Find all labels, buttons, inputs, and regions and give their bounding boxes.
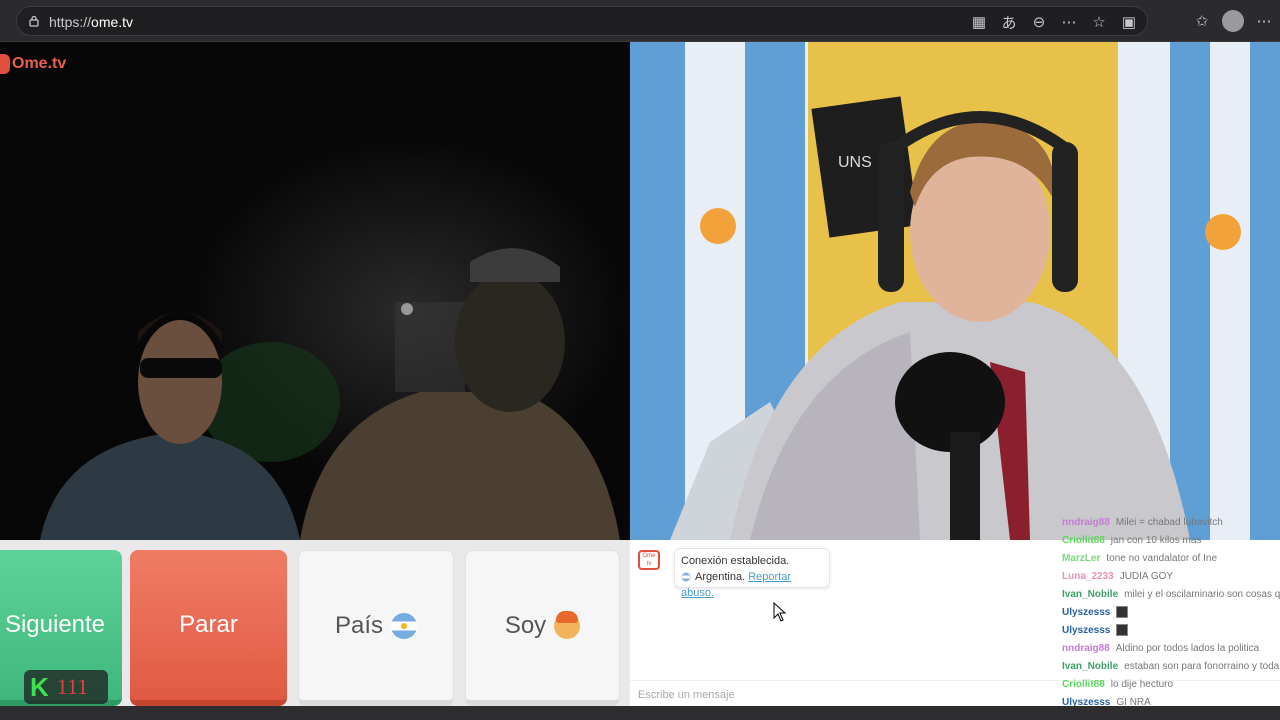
- overlay-chat-message: jan con 10 kilos mas: [1110, 535, 1202, 546]
- ometv-logo-mark: [0, 54, 10, 74]
- k-badge: K 111: [24, 670, 108, 704]
- emote-icon: [1116, 606, 1129, 619]
- taskbar-strip: [0, 706, 1280, 720]
- logo-text: Ome.tv: [12, 55, 67, 72]
- overlay-chat-user: nndraig88: [1062, 517, 1110, 528]
- ometv-system-icon: Ome tv: [638, 550, 660, 570]
- overlay-chat-user: Luna_2233: [1062, 571, 1114, 582]
- overlay-chat-row: nndraig88 Aldino por todos lados la polit…: [1062, 640, 1280, 658]
- overlay-chat-row: Luna_2233 JUDIA GOY: [1062, 568, 1280, 586]
- stranger-video: Ome.tv: [0, 42, 630, 540]
- self-video: UNS: [630, 42, 1280, 540]
- zoom-out-icon[interactable]: ⊖: [1029, 12, 1049, 32]
- url-text: https://ome.tv: [49, 14, 134, 30]
- address-bar[interactable]: https://ome.tv ▦ あ ⊖ ⋯ ☆ ▣: [16, 6, 1148, 36]
- overlay-chat-row: Ivan_Nobile estaban son para fonorraino y…: [1062, 658, 1280, 676]
- stranger-country: Argentina.: [695, 571, 746, 583]
- overlay-chat-message: milei y el oscilaminario son cosas que a: [1124, 589, 1280, 600]
- browser-toolbar: https://ome.tv ▦ あ ⊖ ⋯ ☆ ▣ ✩ ⋯: [0, 0, 1280, 42]
- lock-icon: [29, 15, 39, 27]
- overlay-chat-user: Criollit88: [1062, 679, 1105, 690]
- connection-status-text: Conexión establecida.: [681, 555, 790, 567]
- overlay-chat-row: Ulyszesss: [1062, 604, 1280, 622]
- favorite-star-icon[interactable]: ☆: [1089, 12, 1109, 32]
- system-message: Conexión establecida. Argentina. Reporta…: [674, 548, 830, 599]
- overlay-chat-message: tone no vandalator of Ine: [1106, 553, 1217, 564]
- overlay-chat-row: Criollit88 lo dije hecturo: [1062, 676, 1280, 694]
- stranger-video-frame: [0, 42, 630, 540]
- gender-button[interactable]: Soy: [465, 550, 620, 706]
- control-panel: Siguiente Parar País Soy K 111: [0, 540, 630, 720]
- profile-avatar[interactable]: [1222, 10, 1244, 32]
- mouse-cursor-icon: [773, 602, 787, 622]
- overlay-chat-user: nndraig88: [1062, 643, 1110, 654]
- overlay-chat-message: estaban son para fonorraino y toda esa: [1124, 661, 1280, 672]
- country-button[interactable]: País: [298, 550, 454, 706]
- overlay-chat-user: Ivan_Nobile: [1062, 661, 1119, 672]
- menu-icon[interactable]: ⋯: [1254, 11, 1274, 31]
- ometv-logo: Ome.tv: [0, 54, 66, 74]
- stop-button[interactable]: Parar: [130, 550, 287, 706]
- overlay-chat-user: Ulyszesss: [1062, 625, 1111, 636]
- argentina-flag-icon: [391, 612, 418, 639]
- overlay-chat-row: Ivan_Nobile milei y el oscilaminario son …: [1062, 586, 1280, 604]
- translate-icon[interactable]: あ: [999, 12, 1019, 32]
- person-emoji-icon: [554, 610, 581, 639]
- overlay-chat-row: Ulyszesss: [1062, 622, 1280, 640]
- overlay-chat-user: Ivan_Nobile: [1062, 589, 1119, 600]
- overlay-chat-user: Ulyszesss: [1062, 607, 1111, 618]
- self-video-frame: UNS: [630, 42, 1280, 540]
- k-badge-letter: K: [30, 671, 49, 702]
- emote-icon: [1116, 624, 1129, 637]
- overlay-chat-message: Aldino por todos lados la politica: [1115, 643, 1260, 654]
- overlay-chat-message: JUDIA GOY: [1119, 571, 1174, 582]
- overlay-chat-row: MarzLer tone no vandalator of Ine: [1062, 550, 1280, 568]
- overlay-chat-row: Criollit88 jan con 10 kilos mas: [1062, 532, 1280, 550]
- favorites-icon[interactable]: ✩: [1192, 11, 1212, 31]
- overlay-chat-message: Milei = chabad lubavitch: [1115, 517, 1223, 528]
- country-flag-icon: [681, 572, 691, 583]
- overlay-chat-user: Criollit88: [1062, 535, 1105, 546]
- overlay-chat-message: lo dije hecturo: [1110, 679, 1174, 690]
- overlay-chat-row: nndraig88 Milei = chabad lubavitch: [1062, 514, 1280, 532]
- apps-icon[interactable]: ▦: [969, 12, 989, 32]
- overlay-chat-user: MarzLer: [1062, 553, 1101, 564]
- svg-text:UNS: UNS: [838, 154, 872, 171]
- more-icon[interactable]: ⋯: [1059, 12, 1079, 32]
- k-badge-count: 111: [56, 674, 89, 699]
- camera-icon[interactable]: ▣: [1119, 12, 1139, 32]
- stream-chat-overlay: nndraig88 Milei = chabad lubavitch Criolli…: [1062, 514, 1280, 720]
